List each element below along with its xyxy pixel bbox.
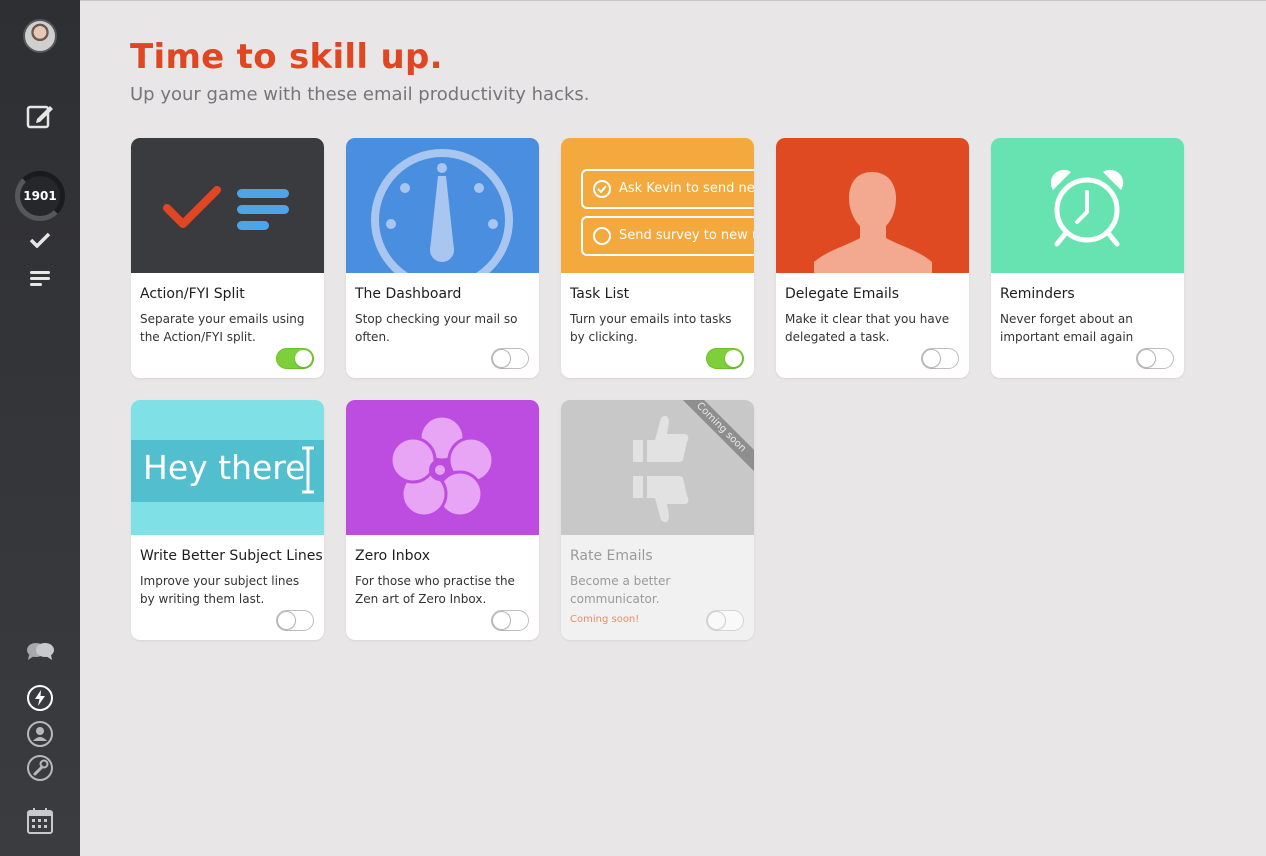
email-counter[interactable]: 1901	[0, 171, 80, 221]
card-task-list[interactable]: Ask Kevin to send new Send survey to new…	[561, 138, 754, 378]
card-title: Reminders	[1000, 286, 1075, 302]
card-title: Action/FYI Split	[140, 286, 245, 302]
check-and-lines-icon	[163, 186, 289, 230]
sample-task-done: Ask Kevin to send new	[581, 169, 754, 209]
compose-icon[interactable]	[0, 100, 80, 132]
card-rate-emails: Coming soon Rate Emails Become a better …	[561, 400, 754, 640]
card-description: Become a better communicator.	[570, 574, 671, 606]
card-description: Stop checking your mail so often.	[355, 312, 518, 344]
flower-icon	[389, 414, 495, 518]
enable-toggle[interactable]	[276, 348, 314, 369]
lightning-icon[interactable]	[0, 684, 80, 712]
card-title: Task List	[570, 286, 630, 302]
card-title: Write Better Subject Lines	[140, 548, 323, 564]
calendar-icon[interactable]	[0, 806, 80, 836]
card-description: Never forget about an important email ag…	[1000, 312, 1134, 344]
sidebar: 1901	[0, 0, 80, 856]
task-list-thumbnail: Ask Kevin to send new Send survey to new…	[561, 138, 754, 273]
subject-lines-thumbnail: Hey there	[131, 400, 324, 535]
card-title: Zero Inbox	[355, 548, 430, 564]
enable-toggle[interactable]	[491, 610, 529, 631]
card-title: The Dashboard	[355, 286, 462, 302]
avatar[interactable]	[0, 18, 80, 54]
chat-icon[interactable]	[0, 640, 80, 662]
card-zero-inbox[interactable]: Zero Inbox For those who practise the Ze…	[346, 400, 539, 640]
gauge-icon	[371, 149, 513, 273]
avatar-image	[23, 19, 57, 53]
fyi-lines-icon[interactable]	[0, 269, 80, 287]
task-text: Ask Kevin to send new	[619, 181, 754, 196]
action-fyi-thumbnail	[131, 138, 324, 273]
dashboard-thumbnail	[346, 138, 539, 273]
main-content: Time to skill up. Up your game with thes…	[80, 0, 1266, 856]
enable-toggle[interactable]	[491, 348, 529, 369]
enable-toggle[interactable]	[706, 348, 744, 369]
card-delegate-emails[interactable]: Delegate Emails Make it clear that you h…	[776, 138, 969, 378]
check-icon[interactable]	[0, 230, 80, 250]
sample-task-open: Send survey to new u	[581, 216, 754, 256]
text-cursor-icon	[302, 446, 314, 494]
card-description: Turn your emails into tasks by clicking.	[570, 312, 732, 344]
card-write-better-subject-lines[interactable]: Hey there Write Better Subject Lines Imp…	[131, 400, 324, 640]
enable-toggle-disabled	[706, 610, 744, 631]
reminders-thumbnail	[991, 138, 1184, 273]
contact-icon[interactable]	[0, 720, 80, 748]
card-title: Delegate Emails	[785, 286, 900, 302]
person-silhouette-icon	[814, 172, 932, 273]
coming-soon-label: Coming soon!	[570, 614, 640, 625]
checked-circle-icon	[593, 180, 611, 198]
delegate-thumbnail	[776, 138, 969, 273]
rate-emails-thumbnail: Coming soon	[561, 400, 754, 535]
empty-circle-icon	[593, 227, 611, 245]
enable-toggle[interactable]	[1136, 348, 1174, 369]
card-title: Rate Emails	[570, 548, 653, 564]
card-action-fyi-split[interactable]: Action/FYI Split Separate your emails us…	[131, 138, 324, 378]
wrench-icon[interactable]	[0, 754, 80, 782]
alarm-clock-icon	[1050, 169, 1124, 247]
counter-value: 1901	[23, 189, 57, 203]
card-description: For those who practise the Zen art of Ze…	[355, 574, 515, 606]
card-description: Separate your emails using the Action/FY…	[140, 312, 305, 344]
enable-toggle[interactable]	[276, 610, 314, 631]
card-description: Make it clear that you have delegated a …	[785, 312, 950, 344]
enable-toggle[interactable]	[921, 348, 959, 369]
card-reminders[interactable]: Reminders Never forget about an importan…	[991, 138, 1184, 378]
page-subtitle: Up your game with these email productivi…	[130, 84, 590, 105]
page-title: Time to skill up.	[130, 37, 443, 77]
task-text: Send survey to new u	[619, 228, 754, 243]
zero-inbox-thumbnail	[346, 400, 539, 535]
card-the-dashboard[interactable]: The Dashboard Stop checking your mail so…	[346, 138, 539, 378]
card-description: Improve your subject lines by writing th…	[140, 574, 300, 606]
